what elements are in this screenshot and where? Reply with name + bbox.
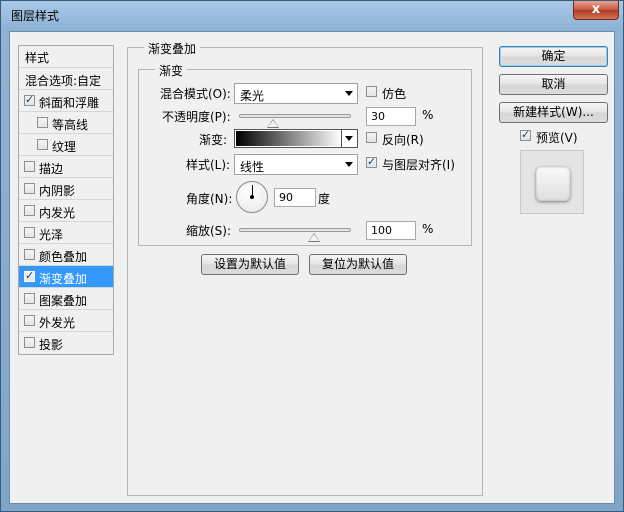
style-list-item[interactable]: 投影 <box>19 332 113 354</box>
style-list-item[interactable]: 内发光 <box>19 200 113 222</box>
style-list-item[interactable]: 斜面和浮雕 <box>19 90 113 112</box>
blend-mode-select[interactable]: 柔光 <box>234 83 358 104</box>
ok-button[interactable]: 确定 <box>499 46 608 67</box>
align-label: 与图层对齐(I) <box>382 158 455 172</box>
dither-label: 仿色 <box>382 87 407 101</box>
style-list-item[interactable]: 等高线 <box>19 112 113 134</box>
style-item-checkbox[interactable] <box>24 161 35 172</box>
style-item-checkbox[interactable] <box>24 269 35 282</box>
opacity-value: 30 <box>371 110 385 123</box>
style-list-item[interactable]: 图案叠加 <box>19 288 113 310</box>
chevron-down-icon <box>345 91 353 96</box>
style-item-checkbox[interactable] <box>24 93 35 106</box>
style-list-item[interactable]: 颜色叠加 <box>19 244 113 266</box>
opacity-unit: % <box>422 108 434 122</box>
style-item-label: 图案叠加 <box>39 294 88 308</box>
style-list-item[interactable]: 外发光 <box>19 310 113 332</box>
style-item-label: 斜面和浮雕 <box>39 96 100 110</box>
gradient-picker[interactable] <box>234 129 358 148</box>
style-item-checkbox[interactable] <box>37 139 48 150</box>
scale-slider-thumb[interactable] <box>307 233 320 242</box>
style-item-label: 颜色叠加 <box>39 250 88 264</box>
dither-check-box[interactable] <box>366 86 377 97</box>
style-item-label: 描边 <box>39 162 64 176</box>
align-check-box[interactable] <box>366 155 377 168</box>
style-list-item[interactable]: 描边 <box>19 156 113 178</box>
reverse-label: 反向(R) <box>382 133 424 147</box>
reverse-check-box[interactable] <box>366 132 377 143</box>
gradient-subgroup-title: 渐变 <box>155 62 188 79</box>
new-style-button[interactable]: 新建样式(W)... <box>499 102 608 123</box>
opacity-label: 不透明度(P): <box>162 110 231 124</box>
style-preview <box>520 150 584 214</box>
blend-mode-value: 柔光 <box>240 89 265 103</box>
style-item-label: 渐变叠加 <box>39 272 88 286</box>
gradient-preview-swatch[interactable] <box>236 131 341 146</box>
style-item-checkbox[interactable] <box>24 315 35 326</box>
scale-value: 100 <box>371 224 392 237</box>
style-list: 样式 混合选项:自定 斜面和浮雕等高线纹理描边内阴影内发光光泽颜色叠加渐变叠加图… <box>18 45 114 355</box>
styles-heading: 样式 <box>25 51 50 65</box>
style-item-checkbox[interactable] <box>24 227 35 238</box>
gradient-overlay-title: 渐变叠加 <box>144 40 201 57</box>
style-list-item[interactable]: 渐变叠加 <box>19 266 113 288</box>
chevron-down-icon <box>345 136 353 141</box>
style-list-item[interactable]: 纹理 <box>19 134 113 156</box>
blend-options-label: 混合选项:自定 <box>25 74 102 88</box>
gradient-dropdown-button[interactable] <box>341 130 357 147</box>
style-preview-swatch <box>536 167 570 201</box>
gradient-overlay-group: 渐变叠加 渐变 混合模式(O): 柔光 仿色 不透明度(P): 30 % 渐变:… <box>127 40 483 496</box>
style-item-checkbox[interactable] <box>24 205 35 216</box>
angle-label: 角度(N): <box>186 192 233 206</box>
scale-label: 缩放(S): <box>186 224 232 238</box>
style-item-label: 纹理 <box>52 140 77 154</box>
style-value: 线性 <box>240 160 265 174</box>
style-item-label: 外发光 <box>39 316 76 330</box>
cancel-button[interactable]: 取消 <box>499 74 608 95</box>
style-item-checkbox[interactable] <box>24 249 35 260</box>
gradient-subgroup: 渐变 混合模式(O): 柔光 仿色 不透明度(P): 30 % 渐变: 反向(R… <box>138 62 472 246</box>
opacity-input[interactable]: 30 <box>366 107 416 126</box>
title-bar[interactable]: 图层样式 x <box>1 1 624 31</box>
blend-options-item[interactable]: 混合选项:自定 <box>19 68 113 90</box>
preview-label: 预览(V) <box>536 131 578 145</box>
blend-mode-label: 混合模式(O): <box>160 87 231 101</box>
angle-dial[interactable] <box>236 181 268 213</box>
style-item-label: 内阴影 <box>39 184 76 198</box>
window-title: 图层样式 <box>11 9 60 23</box>
style-list-header[interactable]: 样式 <box>19 46 113 68</box>
style-item-label: 投影 <box>39 338 64 352</box>
opacity-slider-thumb[interactable] <box>266 119 279 128</box>
angle-value: 90 <box>279 191 293 204</box>
style-item-label: 内发光 <box>39 206 76 220</box>
style-list-item[interactable]: 光泽 <box>19 222 113 244</box>
style-item-checkbox[interactable] <box>24 337 35 348</box>
style-item-checkbox[interactable] <box>24 293 35 304</box>
scale-input[interactable]: 100 <box>366 221 416 240</box>
style-item-label: 等高线 <box>52 118 89 132</box>
scale-unit: % <box>422 222 434 236</box>
style-item-checkbox[interactable] <box>24 183 35 194</box>
opacity-slider-track[interactable] <box>239 114 351 118</box>
reset-default-button[interactable]: 复位为默认值 <box>309 254 407 275</box>
dialog-client: 样式 混合选项:自定 斜面和浮雕等高线纹理描边内阴影内发光光泽颜色叠加渐变叠加图… <box>9 31 615 504</box>
close-icon: x <box>591 2 601 17</box>
layer-style-dialog: 图层样式 x 样式 混合选项:自定 斜面和浮雕等高线纹理描边内阴影内发光光泽颜色… <box>0 0 624 512</box>
preview-check-box[interactable] <box>520 128 531 141</box>
chevron-down-icon <box>345 162 353 167</box>
style-list-item[interactable]: 内阴影 <box>19 178 113 200</box>
style-select[interactable]: 线性 <box>234 154 358 175</box>
style-label: 样式(L): <box>186 158 231 172</box>
style-item-label: 光泽 <box>39 228 64 242</box>
angle-input[interactable]: 90 <box>274 188 316 207</box>
close-button[interactable]: x <box>573 1 619 20</box>
make-default-button[interactable]: 设置为默认值 <box>201 254 299 275</box>
angle-dial-center <box>250 195 254 199</box>
angle-unit: 度 <box>318 192 331 206</box>
gradient-label: 渐变: <box>199 133 228 147</box>
style-item-checkbox[interactable] <box>37 117 48 128</box>
scale-slider-track[interactable] <box>239 228 351 232</box>
